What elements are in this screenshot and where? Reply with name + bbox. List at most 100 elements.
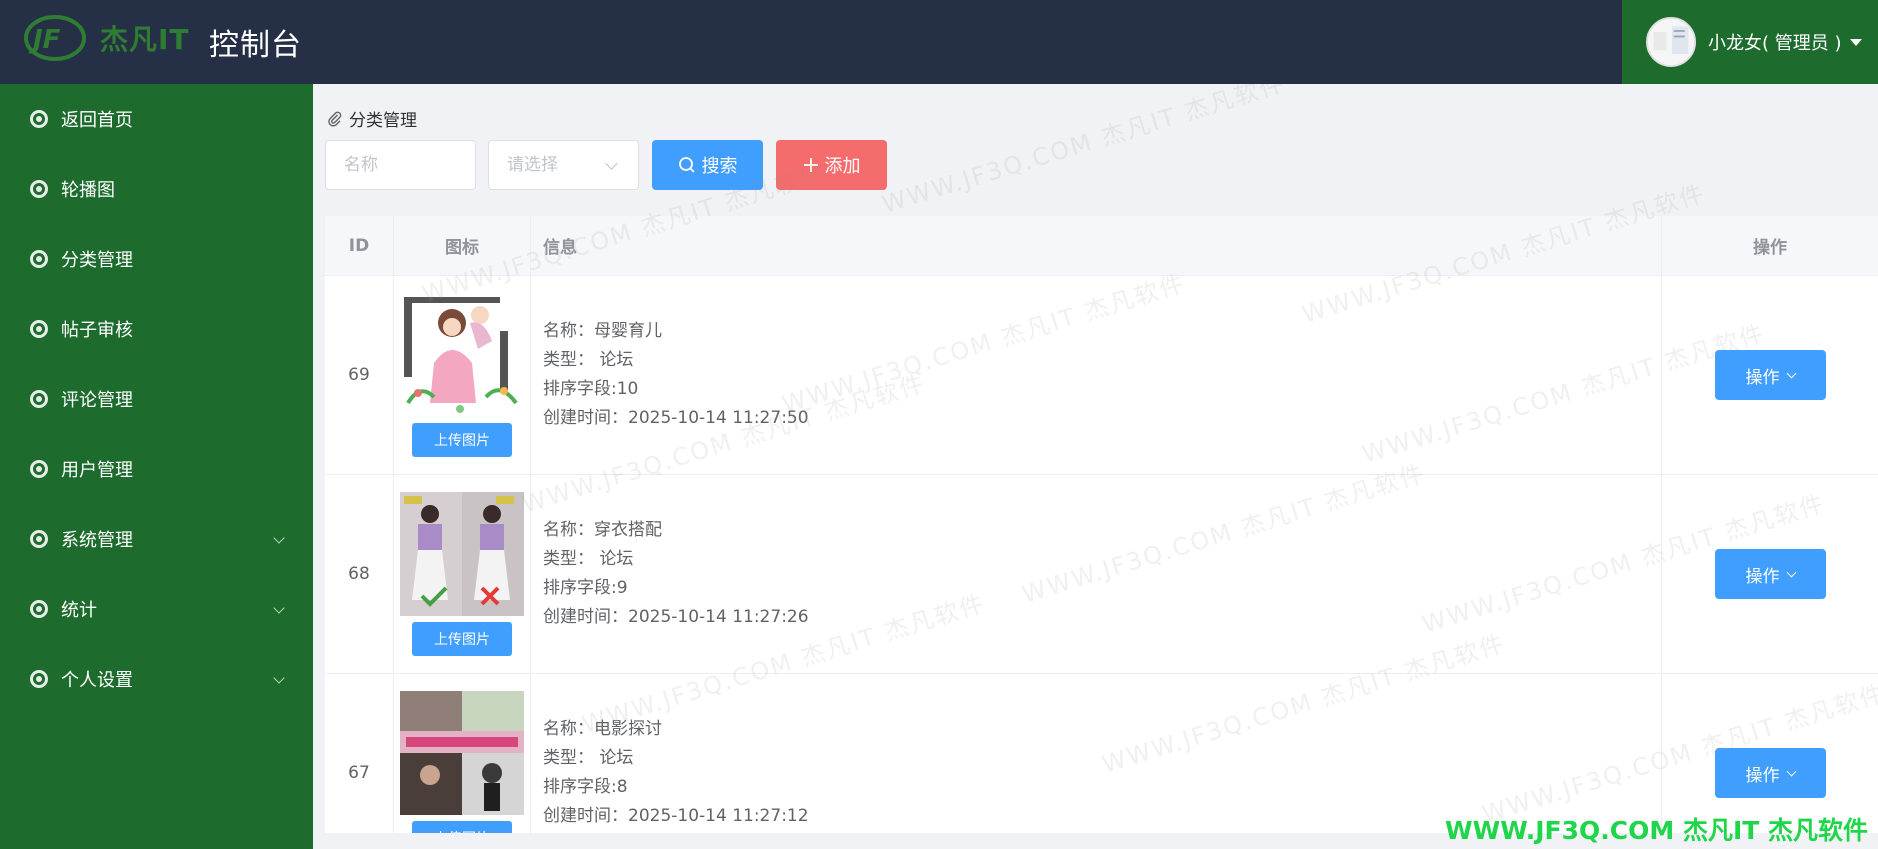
action-label: 操作	[1745, 765, 1780, 786]
row-icon-cell: 上传图片	[394, 276, 531, 474]
table-row: 69 上传图片 名称：母婴育儿 类型： 论坛 排序字段:10 创建时间：2025…	[325, 276, 1878, 475]
circle-icon	[30, 670, 48, 688]
action-label: 操作	[1745, 367, 1780, 388]
column-header-icon[interactable]: 图标	[394, 216, 531, 275]
svg-text:JF: JF	[28, 25, 61, 55]
sidebar-item-profile[interactable]: 个人设置	[0, 644, 313, 714]
sidebar-item-label: 用户管理	[61, 460, 133, 481]
row-info-cell: 名称：穿衣搭配 类型： 论坛 排序字段:9 创建时间：2025-10-14 11…	[531, 475, 1662, 673]
category-sort: 排序字段:8	[543, 777, 628, 797]
upload-image-button[interactable]: 上传图片	[412, 423, 512, 457]
sidebar-item-label: 轮播图	[61, 180, 115, 201]
sidebar-item-label: 系统管理	[61, 530, 133, 551]
add-button[interactable]: 添加	[776, 140, 887, 190]
sidebar-item-carousel[interactable]: 轮播图	[0, 154, 313, 224]
sidebar-item-label: 统计	[61, 600, 97, 621]
circle-icon	[30, 390, 48, 408]
category-thumbnail[interactable]	[400, 691, 524, 815]
avatar-image-icon	[1648, 19, 1694, 65]
main-content: 分类管理 搜索 添加 ID 图标 信息 操作 69	[313, 84, 1878, 849]
sidebar-item-post-review[interactable]: 帖子审核	[0, 294, 313, 364]
row-action-cell: 操作	[1662, 276, 1878, 474]
chevron-down-icon	[1786, 567, 1796, 577]
search-button[interactable]: 搜索	[652, 140, 763, 190]
category-created: 创建时间：2025-10-14 11:27:50	[543, 408, 809, 428]
column-header-id[interactable]: ID	[325, 216, 394, 275]
chevron-down-icon	[273, 672, 285, 684]
logo-mark-icon: JF	[24, 15, 86, 61]
action-dropdown-button[interactable]: 操作	[1714, 549, 1826, 599]
chevron-down-icon	[273, 532, 285, 544]
column-header-info[interactable]: 信息	[531, 216, 1662, 275]
row-action-cell: 操作	[1662, 475, 1878, 673]
category-sort: 排序字段:10	[543, 379, 639, 399]
logo-text: 杰凡IT	[100, 23, 190, 56]
row-icon-cell: 上传图片	[394, 475, 531, 673]
column-header-action[interactable]: 操作	[1662, 216, 1878, 275]
circle-icon	[30, 250, 48, 268]
table-header: ID 图标 信息 操作	[325, 216, 1878, 276]
category-type: 类型： 论坛	[543, 748, 634, 768]
category-thumbnail[interactable]	[400, 492, 524, 616]
sidebar-item-home[interactable]: 返回首页	[0, 84, 313, 154]
sidebar-item-label: 评论管理	[61, 390, 133, 411]
row-action-cell: 操作	[1662, 674, 1878, 833]
type-select[interactable]	[488, 140, 639, 190]
outfit-image-icon	[400, 492, 524, 616]
chevron-down-icon	[1786, 766, 1796, 776]
logo[interactable]: JF 杰凡IT	[24, 14, 190, 62]
chevron-down-icon	[273, 602, 285, 614]
top-header: JF 杰凡IT 控制台 小龙女( 管理员 )	[0, 0, 1878, 84]
row-icon-cell: 上传图片	[394, 674, 531, 833]
row-info-cell: 名称：母婴育儿 类型： 论坛 排序字段:10 创建时间：2025-10-14 1…	[531, 276, 1662, 474]
sidebar-item-comments[interactable]: 评论管理	[0, 364, 313, 434]
row-id: 67	[325, 674, 394, 833]
search-icon	[678, 156, 696, 174]
search-toolbar: 搜索 添加	[325, 140, 887, 190]
circle-icon	[30, 320, 48, 338]
sidebar-item-label: 个人设置	[61, 670, 133, 691]
page-title: 控制台	[209, 28, 302, 63]
avatar[interactable]	[1646, 17, 1696, 67]
circle-icon	[30, 180, 48, 198]
circle-icon	[30, 110, 48, 128]
mother-baby-image-icon	[400, 293, 524, 417]
paperclip-icon	[328, 111, 342, 127]
sidebar-item-label: 返回首页	[61, 110, 133, 131]
action-dropdown-button[interactable]: 操作	[1714, 748, 1826, 798]
user-menu[interactable]: 小龙女( 管理员 )	[1622, 0, 1878, 84]
sidebar-item-label: 帖子审核	[61, 320, 133, 341]
plus-icon	[803, 157, 819, 173]
table-row: 68 上传图片 名称：穿衣搭配 类型： 论坛 排序字段:9 创建时间：2025-…	[325, 475, 1878, 674]
sidebar: 返回首页 轮播图 分类管理 帖子审核 评论管理 用户管理 系统管理 统计 个人设…	[0, 84, 313, 849]
row-id: 69	[325, 276, 394, 474]
user-name[interactable]: 小龙女( 管理员 )	[1708, 29, 1842, 55]
circle-icon	[30, 460, 48, 478]
category-name: 名称：电影探讨	[543, 719, 662, 739]
sidebar-item-stats[interactable]: 统计	[0, 574, 313, 644]
upload-image-button[interactable]: 上传图片	[412, 622, 512, 656]
sidebar-item-category[interactable]: 分类管理	[0, 224, 313, 294]
name-search-input[interactable]	[325, 140, 476, 190]
footer-watermark: WWW.JF3Q.COM 杰凡IT 杰凡软件	[1445, 816, 1868, 845]
sidebar-item-label: 分类管理	[61, 250, 133, 271]
row-info-cell: 名称：电影探讨 类型： 论坛 排序字段:8 创建时间：2025-10-14 11…	[531, 674, 1662, 833]
caret-down-icon[interactable]	[1849, 38, 1862, 46]
category-created: 创建时间：2025-10-14 11:27:26	[543, 607, 809, 627]
table-row: 67 上传图片	[325, 674, 1878, 833]
breadcrumb-label: 分类管理	[349, 111, 417, 131]
add-button-label: 添加	[824, 156, 861, 177]
chevron-down-icon	[1786, 368, 1796, 378]
action-label: 操作	[1745, 566, 1780, 587]
sidebar-item-system[interactable]: 系统管理	[0, 504, 313, 574]
sidebar-item-users[interactable]: 用户管理	[0, 434, 313, 504]
upload-image-button[interactable]: 上传图片	[412, 821, 512, 833]
category-thumbnail[interactable]	[400, 293, 524, 417]
category-table: ID 图标 信息 操作 69 上传图片 名称：母婴育儿 类型： 论坛 排序字段:…	[325, 216, 1878, 833]
category-name: 名称：穿衣搭配	[543, 520, 662, 540]
category-type: 类型： 论坛	[543, 549, 634, 569]
movie-image-icon	[400, 691, 524, 815]
action-dropdown-button[interactable]: 操作	[1714, 350, 1826, 400]
row-id: 68	[325, 475, 394, 673]
search-button-label: 搜索	[701, 156, 738, 177]
